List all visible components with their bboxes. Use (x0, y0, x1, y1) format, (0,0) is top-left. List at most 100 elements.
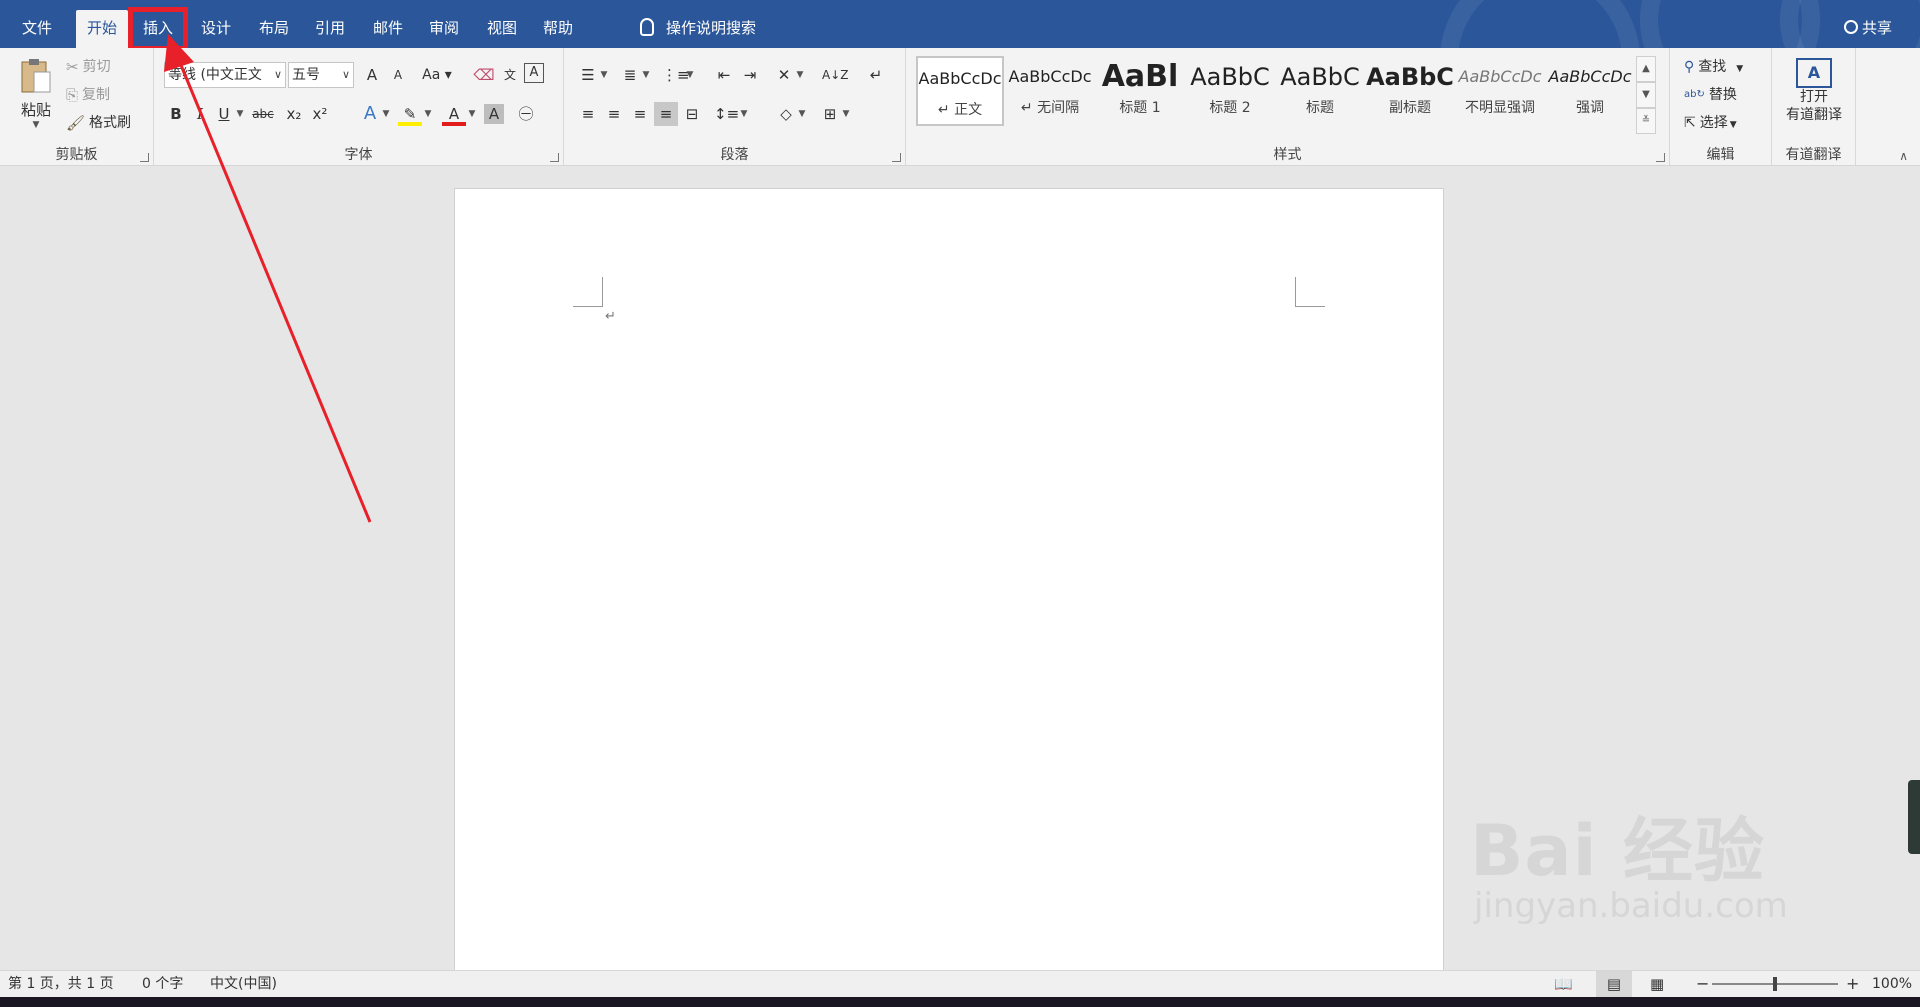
web-layout-icon[interactable]: ▦ (1650, 971, 1664, 997)
line-spacing-dropdown-icon[interactable]: ▼ (740, 102, 748, 126)
page-count[interactable]: 第 1 页，共 1 页 (8, 971, 114, 997)
tab-mailings[interactable]: 邮件 (364, 10, 412, 48)
replace-button[interactable]: ab↻ 替换 (1684, 82, 1737, 108)
grow-font-button[interactable]: A (360, 63, 384, 87)
language-status[interactable]: 中文(中国) (210, 971, 277, 997)
tab-references[interactable]: 引用 (306, 10, 354, 48)
document-page[interactable]: ↵ (454, 188, 1444, 970)
ribbon-home: 粘贴 ▼ ✂ 剪切 ⎘ 复制 🖌 格式刷 剪贴板 等线 (中文正文 ∨ 五号 ∨ A A … (0, 48, 1920, 166)
print-layout-icon[interactable]: ▤ (1596, 971, 1632, 997)
line-spacing-button[interactable]: ↕≡ (714, 102, 739, 126)
group-clipboard: 粘贴 ▼ ✂ 剪切 ⎘ 复制 🖌 格式刷 剪贴板 (0, 48, 154, 166)
font-launcher-icon[interactable] (550, 153, 559, 162)
bold-button[interactable]: B (164, 102, 188, 126)
align-left-button[interactable]: ≡ (576, 102, 600, 126)
character-shading-button[interactable]: A (484, 104, 504, 124)
show-marks-button[interactable]: ↵ (864, 63, 888, 87)
strikethrough-button[interactable]: abc (248, 102, 278, 126)
style-subtle-emphasis[interactable]: AaBbCcDc 不明显强调 (1456, 56, 1544, 126)
multilevel-list-button[interactable]: ⋮≡ (662, 63, 690, 87)
numbering-dropdown-icon[interactable]: ▼ (642, 63, 650, 87)
text-effects-dropdown-icon[interactable]: ▼ (382, 102, 390, 126)
zoom-out-button[interactable]: − (1696, 971, 1709, 997)
styles-launcher-icon[interactable] (1656, 153, 1665, 162)
multilevel-dropdown-icon[interactable]: ▼ (686, 63, 694, 87)
zoom-slider-thumb[interactable] (1773, 977, 1777, 991)
increase-indent-button[interactable]: ⇥ (738, 63, 762, 87)
tab-review[interactable]: 审阅 (420, 10, 468, 48)
underline-button[interactable]: U (212, 102, 236, 126)
decrease-indent-button[interactable]: ⇤ (712, 63, 736, 87)
styles-scroll-up-button[interactable]: ▲ (1636, 56, 1656, 82)
side-widget[interactable] (1908, 780, 1920, 854)
paste-dropdown-icon[interactable]: ▼ (14, 120, 58, 130)
paragraph-launcher-icon[interactable] (892, 153, 901, 162)
distributed-button[interactable]: ⊟ (680, 102, 704, 126)
style-normal[interactable]: AaBbCcDc ↵ 正文 (916, 56, 1004, 126)
italic-button[interactable]: I (188, 102, 212, 126)
shading-dropdown-icon[interactable]: ▼ (798, 102, 806, 126)
phonetic-guide-button[interactable]: 文 (498, 63, 522, 87)
find-button[interactable]: ⚲ 查找 ▼ (1684, 54, 1743, 80)
superscript-button[interactable]: x² (308, 102, 332, 126)
styles-scroll-down-button[interactable]: ▼ (1636, 82, 1656, 108)
font-color-dropdown-icon[interactable]: ▼ (468, 102, 476, 126)
bullets-dropdown-icon[interactable]: ▼ (600, 63, 608, 87)
youdao-translate-button[interactable]: A 打开 有道翻译 (1778, 58, 1850, 124)
style-no-spacing[interactable]: AaBbCcDc ↵ 无间隔 (1006, 56, 1094, 126)
asian-layout-dropdown-icon[interactable]: ▼ (796, 63, 804, 87)
style-title[interactable]: AaBbC 标题 (1276, 56, 1364, 126)
font-size-select[interactable]: 五号 ∨ (288, 62, 354, 88)
sort-button[interactable]: A↓Z (822, 63, 848, 87)
enclose-characters-button[interactable]: ㊀ (514, 102, 538, 126)
read-mode-icon[interactable]: 📖 (1554, 971, 1573, 997)
share-button[interactable]: 共享 (1843, 10, 1892, 46)
paste-button[interactable]: 粘贴 ▼ (14, 56, 58, 138)
subscript-button[interactable]: x₂ (282, 102, 306, 126)
underline-dropdown-icon[interactable]: ▼ (236, 102, 244, 126)
font-name-select[interactable]: 等线 (中文正文 ∨ (164, 62, 286, 88)
clipboard-launcher-icon[interactable] (140, 153, 149, 162)
shrink-font-button[interactable]: A (386, 63, 410, 87)
style-subtitle[interactable]: AaBbC 副标题 (1366, 56, 1454, 126)
borders-dropdown-icon[interactable]: ▼ (842, 102, 850, 126)
highlight-button[interactable]: ✎ (398, 102, 422, 126)
numbering-button[interactable]: ≣ (618, 63, 642, 87)
highlight-dropdown-icon[interactable]: ▼ (424, 102, 432, 126)
tab-home[interactable]: 开始 (76, 10, 128, 48)
change-case-button[interactable]: Aa ▾ (420, 63, 454, 87)
clear-format-button[interactable]: ⌫ (472, 63, 496, 87)
bullets-button[interactable]: ☰ (576, 63, 600, 87)
paint-bucket-icon: ◇ (780, 105, 792, 123)
borders-button[interactable]: ⊞ (818, 102, 842, 126)
asian-layout-button[interactable]: ✕ (772, 63, 796, 87)
text-effects-button[interactable]: A (358, 102, 382, 126)
tab-file[interactable]: 文件 (14, 10, 60, 48)
format-painter-button[interactable]: 🖌 格式刷 (66, 110, 131, 136)
tab-insert[interactable]: 插入 (128, 7, 188, 48)
style-emphasis[interactable]: AaBbCcDc 强调 (1546, 56, 1634, 126)
zoom-in-button[interactable]: + (1846, 971, 1859, 997)
character-border-button[interactable]: A (524, 63, 544, 83)
collapse-ribbon-icon[interactable]: ∧ (1899, 149, 1908, 163)
select-button[interactable]: ⇱ 选择 ▼ (1684, 110, 1737, 136)
tell-me-search[interactable]: 操作说明搜索 (640, 10, 756, 46)
justify-button[interactable]: ≡ (654, 102, 678, 126)
tab-help[interactable]: 帮助 (534, 10, 582, 48)
style-heading-2[interactable]: AaBbC 标题 2 (1186, 56, 1274, 126)
align-right-button[interactable]: ≡ (628, 102, 652, 126)
zoom-level[interactable]: 100% (1872, 971, 1912, 997)
tab-view[interactable]: 视图 (478, 10, 526, 48)
font-color-button[interactable]: A (442, 102, 466, 126)
tab-layout[interactable]: 布局 (250, 10, 298, 48)
style-heading-1[interactable]: AaBl 标题 1 (1096, 56, 1184, 126)
cut-button[interactable]: ✂ 剪切 (66, 54, 111, 80)
tab-design[interactable]: 设计 (192, 10, 240, 48)
styles-more-button[interactable]: ≚ (1636, 108, 1656, 134)
style-name: ↵ 无间隔 (1020, 100, 1080, 116)
chevron-down-icon: ∨ (341, 68, 350, 81)
copy-button[interactable]: ⎘ 复制 (66, 82, 110, 108)
shading-button[interactable]: ◇ (774, 102, 798, 126)
align-center-button[interactable]: ≡ (602, 102, 626, 126)
word-count[interactable]: 0 个字 (142, 971, 183, 997)
